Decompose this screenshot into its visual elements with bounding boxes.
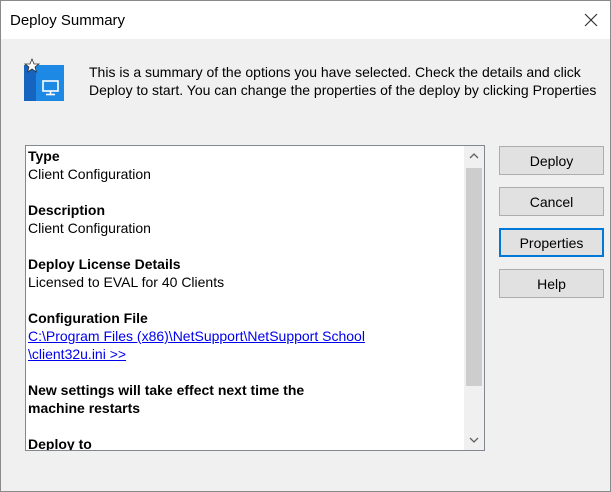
partial-heading: Deploy to (28, 436, 92, 451)
summary-listbox[interactable]: Type Client Configuration Description Cl… (25, 145, 485, 451)
license-value: Licensed to EVAL for 40 Clients (28, 274, 225, 290)
summary-content: Type Client Configuration Description Cl… (28, 147, 462, 451)
properties-button[interactable]: Properties (499, 228, 604, 257)
chevron-down-icon (469, 437, 479, 443)
description-value: Client Configuration (28, 220, 151, 236)
restart-note-line2: machine restarts (28, 400, 141, 416)
deploy-summary-dialog: Deploy Summary This is a summary of the … (0, 0, 611, 492)
description-section: Description Client Configuration (28, 201, 462, 237)
deploy-client-icon (23, 57, 69, 103)
config-heading: Configuration File (28, 310, 148, 326)
deploy-button[interactable]: Deploy (499, 146, 604, 175)
dialog-title: Deploy Summary (10, 12, 126, 29)
scroll-down-button[interactable] (464, 431, 484, 448)
config-section: Configuration File C:\Program Files (x86… (28, 309, 462, 363)
help-button[interactable]: Help (499, 269, 604, 298)
restart-note-section: New settings will take effect next time … (28, 381, 462, 417)
vertical-scrollbar[interactable] (464, 146, 484, 450)
intro-text: This is a summary of the options you hav… (89, 64, 597, 98)
scroll-up-button[interactable] (464, 148, 484, 165)
type-heading: Type (28, 148, 60, 164)
license-section: Deploy License Details Licensed to EVAL … (28, 255, 462, 291)
cancel-button[interactable]: Cancel (499, 187, 604, 216)
config-file-link[interactable]: C:\Program Files (x86)\NetSupport\NetSup… (28, 327, 462, 345)
scroll-thumb[interactable] (466, 168, 482, 386)
restart-note-line1: New settings will take effect next time … (28, 382, 305, 398)
license-heading: Deploy License Details (28, 256, 181, 272)
close-icon (584, 13, 598, 27)
type-value: Client Configuration (28, 166, 151, 182)
close-button[interactable] (578, 7, 604, 33)
chevron-up-icon (469, 153, 479, 159)
config-file-link-continued[interactable]: \client32u.ini >> (28, 345, 462, 363)
title-bar: Deploy Summary (1, 1, 610, 39)
description-heading: Description (28, 202, 106, 218)
type-section: Type Client Configuration (28, 147, 462, 183)
partial-section: Deploy to (28, 435, 462, 451)
